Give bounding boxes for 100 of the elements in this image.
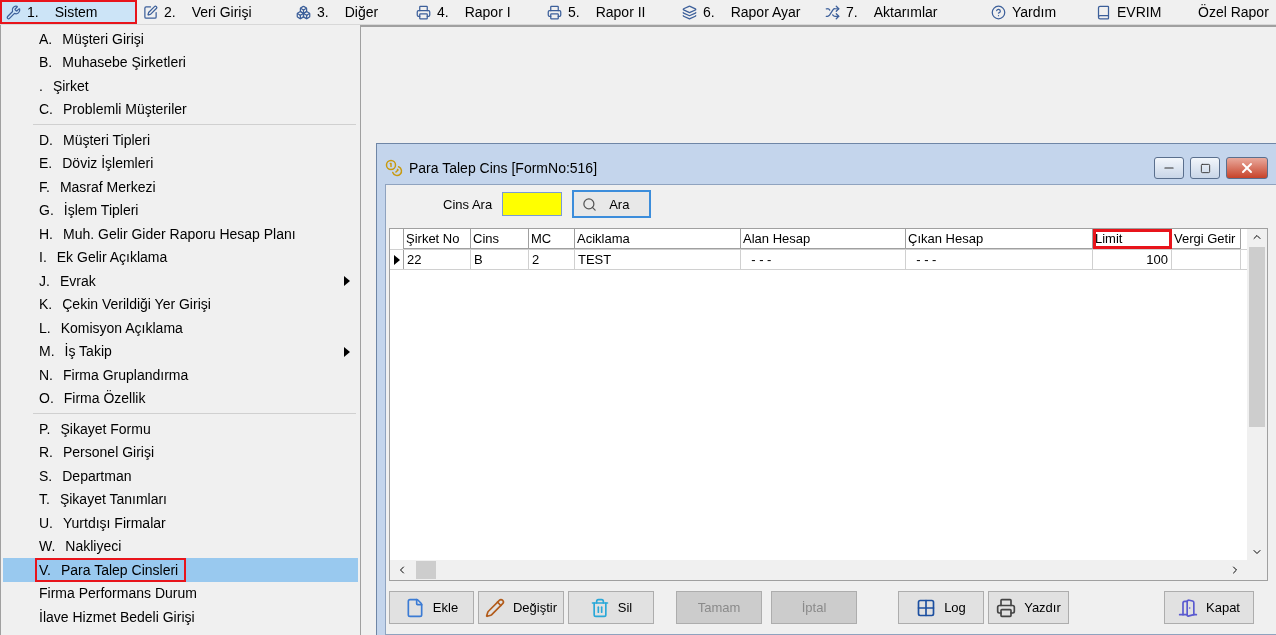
menu-label: Rapor Ayar [730,4,801,20]
coins-icon [385,159,403,177]
menu-item[interactable]: F. Masraf Merkezi [3,175,358,199]
menu-number: 4. [437,4,449,20]
menu-key: P. [39,420,51,437]
menu-item-label: Evrak [59,272,96,289]
menu-key: W. [39,538,56,555]
menu-item-label: Müşteri Tipleri [63,131,151,148]
pencil-icon [484,597,505,618]
table-cell: TEST [575,250,741,269]
toolbar-button[interactable]: Değiştir [478,591,564,624]
menu-item[interactable]: N. Firma Gruplandırma [3,363,358,387]
menu-key: E. [39,155,53,172]
menu-item[interactable]: İlave Hizmet Bedeli Girişi [3,605,358,629]
column-header[interactable]: Limit [1093,229,1172,249]
menu-key: N. [39,366,53,383]
column-header[interactable]: Vergi Getir [1172,229,1241,249]
scrollbar-thumb[interactable] [416,561,436,579]
menu-label: Rapor II [595,4,646,20]
book-icon [1096,4,1111,20]
menu-item-label: Şikayet Formu [60,420,151,437]
menu-label: Aktarımlar [873,4,938,20]
table-cell: B [471,250,529,269]
menu-item[interactable]: O. Firma Özellik [3,386,358,410]
menu-item[interactable]: . Şirket [3,74,358,98]
search-button[interactable]: Ara [572,190,652,218]
menu-bar-item[interactable]: 7. Aktarımlar [819,0,985,24]
menu-item[interactable]: R. Personel Girişi [3,440,358,464]
menu-bar-item[interactable]: Yardım [985,0,1090,24]
menu-item[interactable]: W. Nakliyeci [3,534,358,558]
column-header[interactable]: MC [529,229,575,249]
menu-item[interactable]: P. Şikayet Formu [3,417,358,441]
search-field[interactable] [502,192,563,216]
menu-item-label: Şirket [52,77,89,94]
layers-icon [682,4,697,20]
menu-item[interactable]: U. Yurtdışı Firmalar [3,511,358,535]
menu-item-label: Nakliyeci [65,538,122,555]
menu-item[interactable]: S. Departman [3,464,358,488]
menu-label: EVRIM [1117,4,1162,20]
pen-icon [143,4,158,20]
menu-item-label: Muh. Gelir Gider Raporu Hesap Planı [63,225,296,242]
maximize-button[interactable] [1190,157,1220,179]
close-button[interactable] [1226,157,1268,179]
vertical-scrollbar[interactable] [1247,229,1267,560]
menu-item-label: İş Takip [64,343,112,360]
horizontal-scrollbar[interactable] [390,560,1247,580]
menu-key: O. [39,390,54,407]
minimize-button[interactable] [1154,157,1184,179]
trash-icon [589,597,610,618]
search-label: Cins Ara [443,196,493,212]
column-header[interactable]: Cins [471,229,529,249]
menu-bar-item[interactable]: 1. Sistem [0,0,137,24]
boxes-icon [296,4,311,20]
menu-number: 7. [846,4,858,20]
menu-item[interactable]: B. Muhasebe Şirketleri [3,50,358,74]
door-icon [1178,597,1198,618]
wrench-icon [6,4,21,20]
menu-label: Veri Girişi [191,4,252,20]
menu-key: M. [39,343,55,360]
column-header[interactable]: Aciklama [575,229,741,249]
toolbar-button[interactable]: Ekle [389,591,474,624]
menu-bar-item[interactable]: Özel Rapor [1192,0,1276,24]
menu-item-label: İlave Hizmet Bedeli Girişi [39,608,195,625]
menu-item[interactable]: J. Evrak [3,269,358,293]
menu-item[interactable]: C. Problemli Müşteriler [3,97,358,121]
menu-item[interactable]: L. Komisyon Açıklama [3,316,358,340]
menu-item[interactable]: A. Müşteri Girişi [3,27,358,51]
menu-bar-item[interactable]: 2. Veri Girişi [137,0,290,24]
grid-icon [916,597,937,618]
menu-item[interactable]: H. Muh. Gelir Gider Raporu Hesap Planı [3,222,358,246]
menu-bar-item[interactable]: EVRIM [1090,0,1192,24]
menu-key: A. [39,30,53,47]
menu-item[interactable]: D. Müşteri Tipleri [3,128,358,152]
toolbar-button[interactable]: Kapat [1164,591,1254,624]
menu-item[interactable]: E. Döviz İşlemleri [3,151,358,175]
menu-item[interactable]: Firma Performans Durum [3,581,358,605]
printer-icon [416,4,431,20]
column-header[interactable]: Alan Hesap [741,229,906,249]
menu-key: S. [39,467,53,484]
menu-item[interactable]: M. İş Takip [3,339,358,363]
column-header[interactable]: Çıkan Hesap [906,229,1093,249]
menu-bar-item[interactable]: 3. Diğer [290,0,410,24]
scrollbar-thumb[interactable] [1249,247,1265,427]
menu-item[interactable]: K. Çekin Verildiği Yer Girişi [3,292,358,316]
table-cell: 100 [1093,250,1172,269]
menu-bar-item[interactable]: 5. Rapor II [541,0,676,24]
menu-number: 6. [703,4,715,20]
menu-item[interactable]: T. Şikayet Tanımları [3,487,358,511]
toolbar-button[interactable]: Log [898,591,984,624]
menu-bar-item[interactable]: 6. Rapor Ayar [676,0,819,24]
menu-label: Özel Rapor [1198,4,1269,20]
menu-item[interactable]: G. İşlem Tipleri [3,198,358,222]
row-pointer-icon [393,254,400,265]
toolbar-button[interactable]: Yazdır [988,591,1069,624]
column-header[interactable]: Şirket No [404,229,471,249]
menu-key: C. [39,101,53,118]
menu-bar-item[interactable]: 4. Rapor I [410,0,541,24]
menu-item[interactable]: I. Ek Gelir Açıklama [3,245,358,269]
menu-item[interactable]: V. Para Talep Cinsleri [3,558,358,582]
toolbar-button[interactable]: Sil [568,591,654,624]
